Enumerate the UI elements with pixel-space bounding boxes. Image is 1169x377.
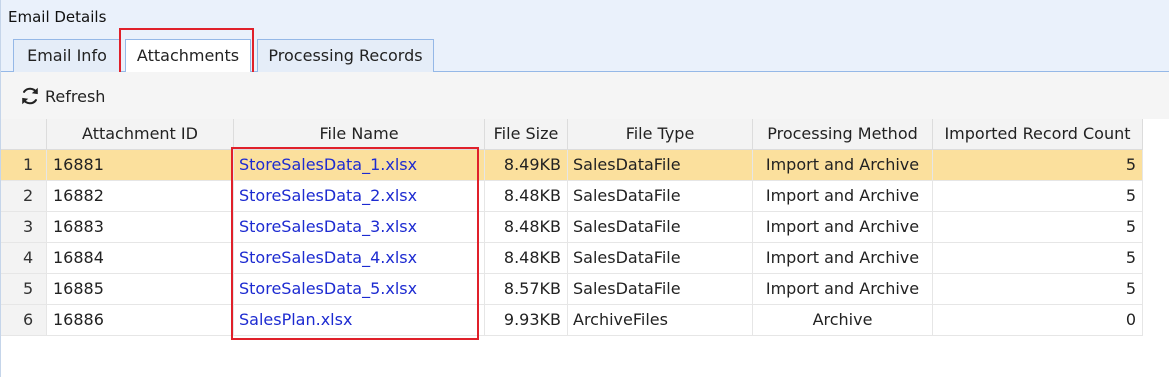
col-header-rownum: [1, 119, 47, 150]
file-type-cell: SalesDataFile: [568, 274, 753, 305]
file-type-cell: SalesDataFile: [568, 243, 753, 274]
file-name-link[interactable]: StoreSalesData_3.xlsx: [239, 217, 417, 236]
attachment-id-cell: 16881: [47, 150, 234, 181]
col-header-processing-method[interactable]: Processing Method: [753, 119, 933, 150]
file-name-link[interactable]: StoreSalesData_2.xlsx: [239, 186, 417, 205]
row-number: 2: [1, 181, 47, 212]
tab-processing-records[interactable]: Processing Records: [257, 39, 434, 72]
table-row[interactable]: 1 16881 StoreSalesData_1.xlsx 8.49KB Sal…: [1, 150, 1169, 181]
file-name-link[interactable]: StoreSalesData_5.xlsx: [239, 279, 417, 298]
email-details-panel: Email Details Email Info Attachments Pro…: [0, 0, 1169, 377]
imported-record-count-cell: 5: [933, 212, 1143, 243]
processing-method-cell: Archive: [753, 305, 933, 336]
imported-record-count-cell: 5: [933, 274, 1143, 305]
panel-header: Email Details: [1, 0, 1169, 34]
attachment-id-cell: 16884: [47, 243, 234, 274]
file-name-link[interactable]: SalesPlan.xlsx: [239, 310, 352, 329]
refresh-icon: [22, 87, 38, 105]
row-number: 6: [1, 305, 47, 336]
processing-method-cell: Import and Archive: [753, 181, 933, 212]
table-row[interactable]: 5 16885 StoreSalesData_5.xlsx 8.57KB Sal…: [1, 274, 1169, 305]
tab-attachments[interactable]: Attachments: [125, 39, 251, 73]
table-row[interactable]: 4 16884 StoreSalesData_4.xlsx 8.48KB Sal…: [1, 243, 1169, 274]
file-name-link[interactable]: StoreSalesData_4.xlsx: [239, 248, 417, 267]
attachment-id-cell: 16885: [47, 274, 234, 305]
file-name-cell: StoreSalesData_4.xlsx: [234, 243, 485, 274]
table-row[interactable]: 3 16883 StoreSalesData_3.xlsx 8.48KB Sal…: [1, 212, 1169, 243]
file-type-cell: SalesDataFile: [568, 212, 753, 243]
file-size-cell: 8.48KB: [485, 212, 568, 243]
toolbar: Refresh: [1, 72, 1169, 119]
imported-record-count-cell: 5: [933, 243, 1143, 274]
table-row[interactable]: 6 16886 SalesPlan.xlsx 9.93KB ArchiveFil…: [1, 305, 1169, 336]
table-row[interactable]: 2 16882 StoreSalesData_2.xlsx 8.48KB Sal…: [1, 181, 1169, 212]
table-header-row: Attachment ID File Name File Size File T…: [1, 119, 1169, 150]
refresh-button[interactable]: Refresh: [19, 84, 105, 108]
panel-title: Email Details: [8, 8, 107, 26]
file-name-cell: StoreSalesData_3.xlsx: [234, 212, 485, 243]
processing-method-cell: Import and Archive: [753, 150, 933, 181]
file-size-cell: 9.93KB: [485, 305, 568, 336]
refresh-label: Refresh: [45, 86, 106, 106]
file-type-cell: SalesDataFile: [568, 181, 753, 212]
row-number: 5: [1, 274, 47, 305]
imported-record-count-cell: 5: [933, 181, 1143, 212]
file-name-cell: SalesPlan.xlsx: [234, 305, 485, 336]
attachment-id-cell: 16883: [47, 212, 234, 243]
file-name-cell: StoreSalesData_2.xlsx: [234, 181, 485, 212]
col-header-file-name[interactable]: File Name: [234, 119, 485, 150]
file-name-cell: StoreSalesData_1.xlsx: [234, 150, 485, 181]
attachment-id-cell: 16882: [47, 181, 234, 212]
file-type-cell: ArchiveFiles: [568, 305, 753, 336]
col-header-imported-record-count[interactable]: Imported Record Count: [933, 119, 1143, 150]
file-name-link[interactable]: StoreSalesData_1.xlsx: [239, 155, 417, 174]
processing-method-cell: Import and Archive: [753, 243, 933, 274]
attachment-id-cell: 16886: [47, 305, 234, 336]
file-size-cell: 8.48KB: [485, 243, 568, 274]
col-header-attachment-id[interactable]: Attachment ID: [47, 119, 234, 150]
file-size-cell: 8.49KB: [485, 150, 568, 181]
file-type-cell: SalesDataFile: [568, 150, 753, 181]
row-number: 1: [1, 150, 47, 181]
imported-record-count-cell: 5: [933, 150, 1143, 181]
col-header-file-size[interactable]: File Size: [485, 119, 568, 150]
tab-email-info[interactable]: Email Info: [13, 39, 121, 72]
imported-record-count-cell: 0: [933, 305, 1143, 336]
processing-method-cell: Import and Archive: [753, 212, 933, 243]
processing-method-cell: Import and Archive: [753, 274, 933, 305]
file-size-cell: 8.48KB: [485, 181, 568, 212]
tab-bar: Email Info Attachments Processing Record…: [1, 34, 1169, 73]
row-number: 3: [1, 212, 47, 243]
file-name-cell: StoreSalesData_5.xlsx: [234, 274, 485, 305]
row-number: 4: [1, 243, 47, 274]
file-size-cell: 8.57KB: [485, 274, 568, 305]
col-header-file-type[interactable]: File Type: [568, 119, 753, 150]
